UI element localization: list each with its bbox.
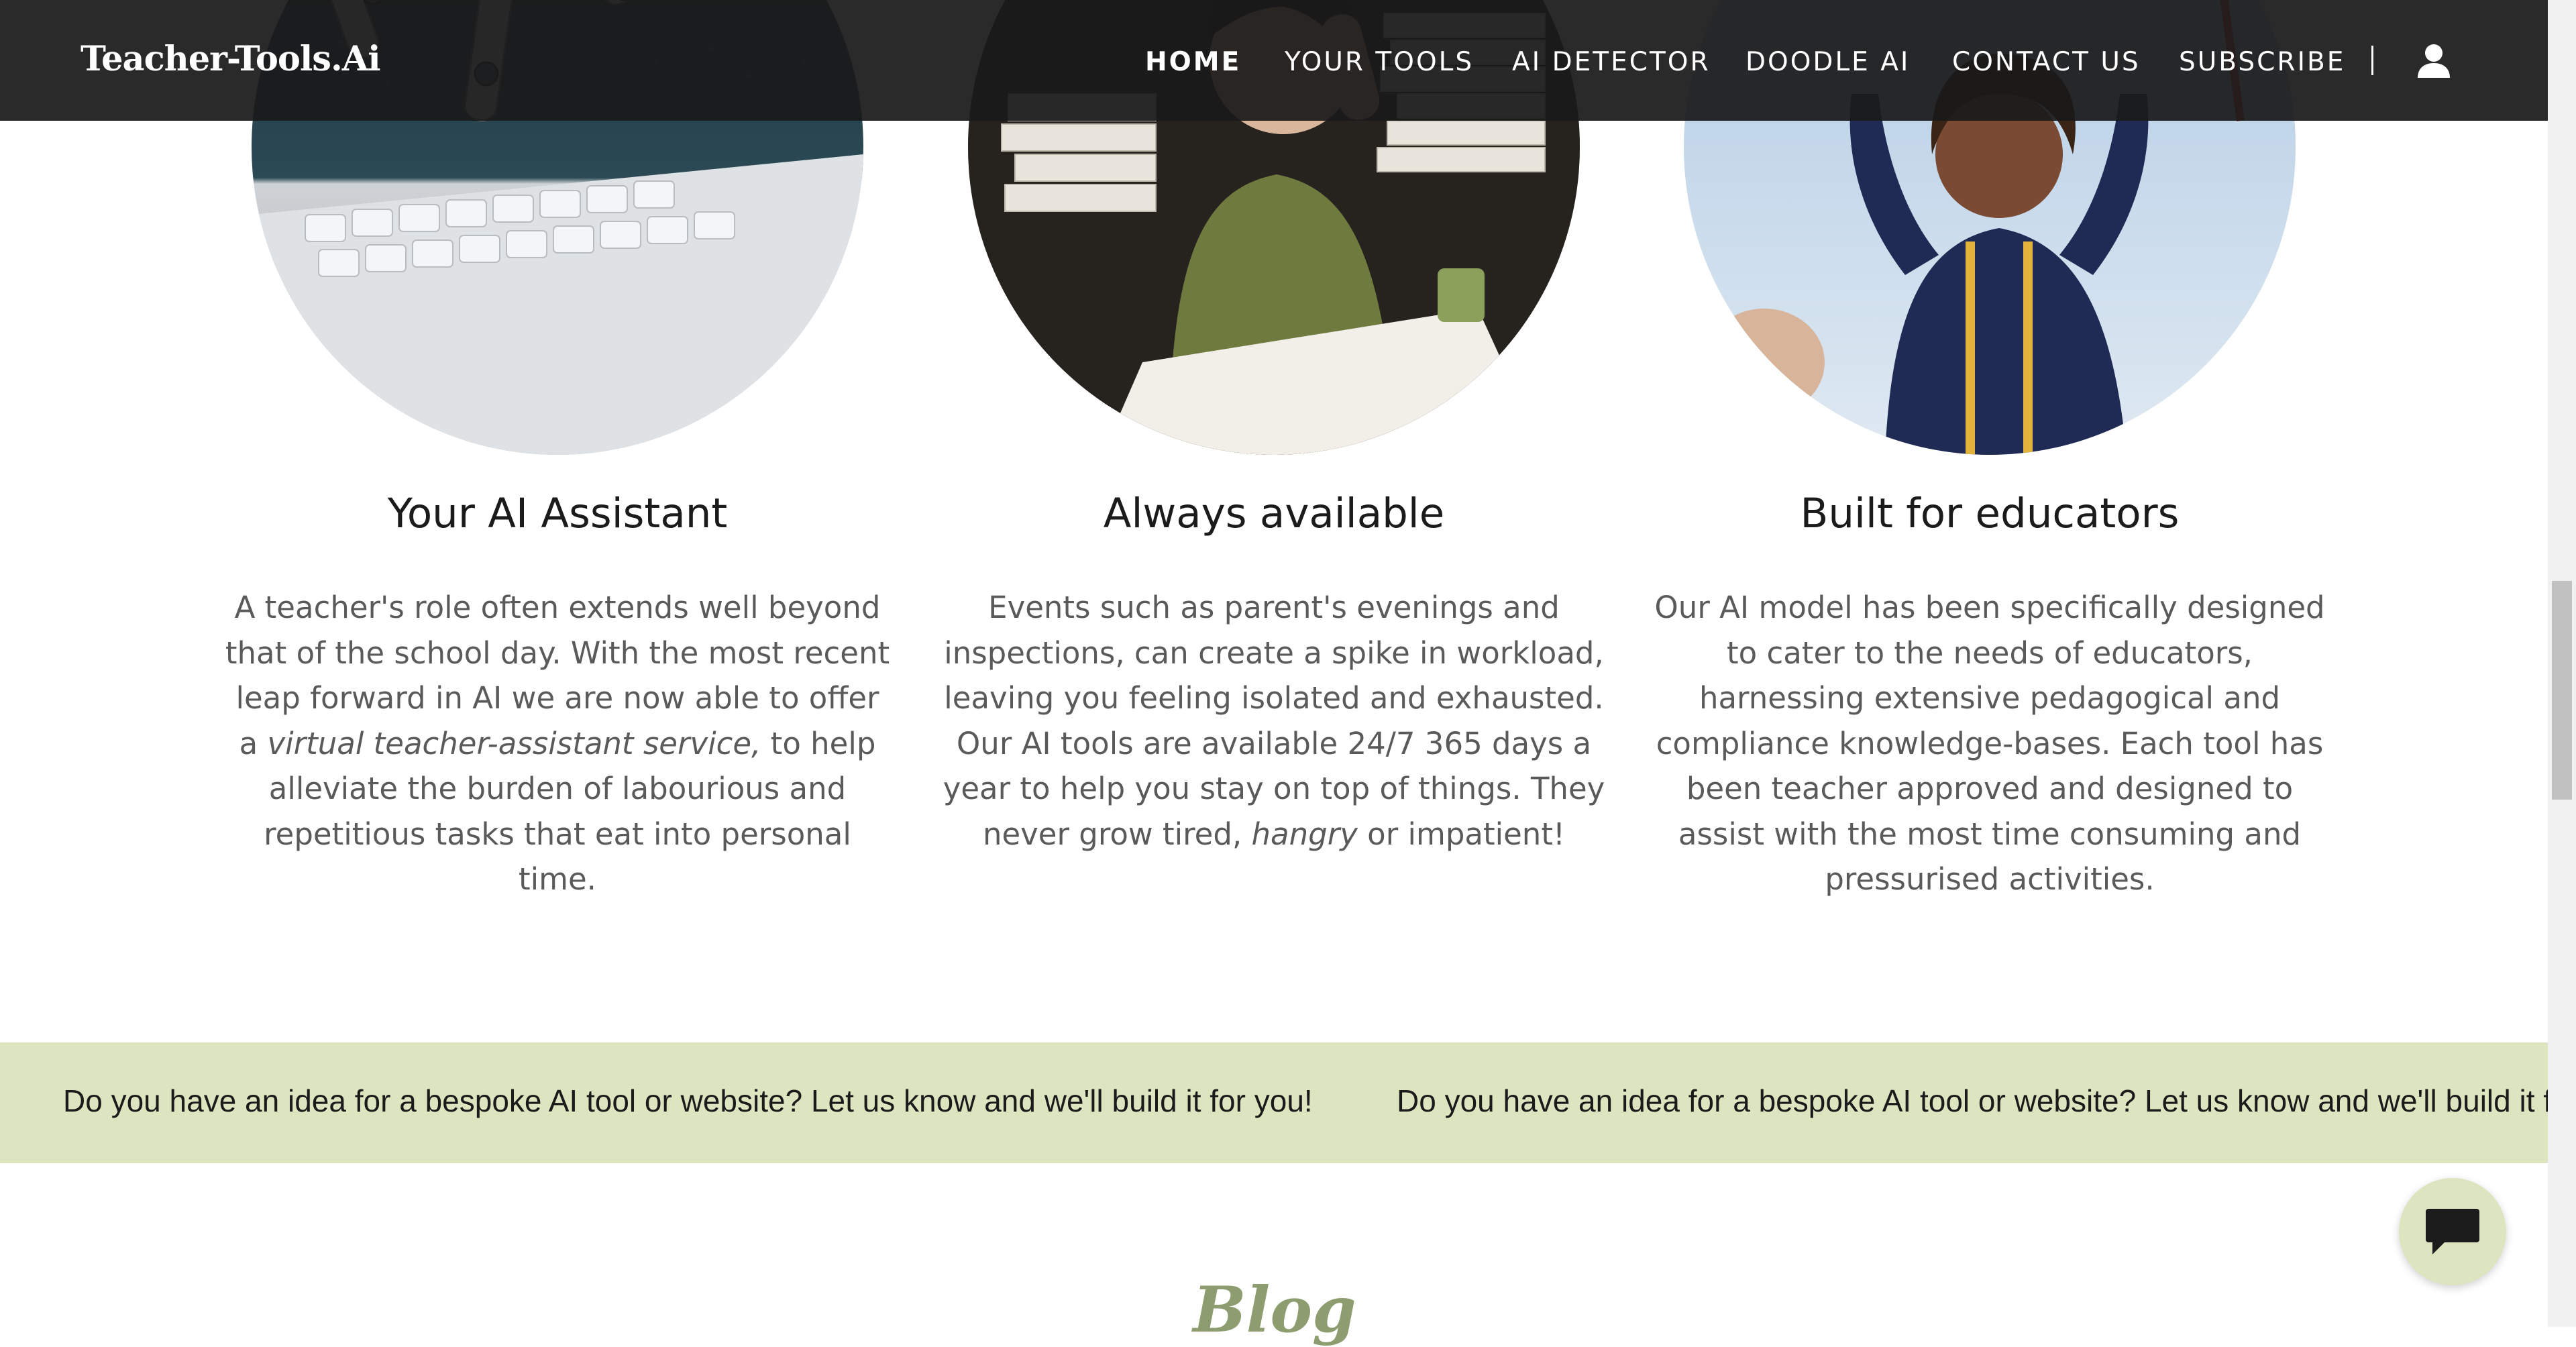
feature-title: Always available <box>1103 490 1445 537</box>
nav-ai-detector[interactable]: AI DETECTOR <box>1512 47 1711 77</box>
user-icon[interactable] <box>2415 42 2453 79</box>
marquee-banner[interactable]: Do you have an idea for a bespoke AI too… <box>0 1042 2548 1163</box>
nav-contact-us[interactable]: CONTACT US <box>1952 47 2141 77</box>
nav-subscribe[interactable]: SUBSCRIBE <box>2179 47 2345 77</box>
page-scrollbar[interactable] <box>2548 0 2576 1327</box>
feature-title: Your AI Assistant <box>387 490 728 537</box>
feature-description: Our AI model has been specifically desig… <box>1654 590 2325 897</box>
nav-divider <box>2371 46 2373 75</box>
chat-button[interactable] <box>2399 1178 2506 1285</box>
features-section: Your AI Assistant A teacher's role often… <box>0 0 2548 1042</box>
blog-heading: Blog <box>1193 1273 1356 1347</box>
feature-description: A teacher's role often extends well beyo… <box>225 590 890 897</box>
scrollbar-thumb[interactable] <box>2552 581 2572 800</box>
feature-description: Events such as parent's evenings and ins… <box>943 590 1605 852</box>
nav-home[interactable]: HOME <box>1145 47 1241 77</box>
site-logo[interactable]: Teacher-Tools.Ai <box>80 39 381 79</box>
chat-bubble-icon <box>2426 1209 2479 1254</box>
site-header: Teacher-Tools.Ai HOME YOUR TOOLS AI DETE… <box>0 0 2548 121</box>
banner-text-repeat: Do you have an idea for a bespoke AI too… <box>1397 1083 2548 1118</box>
nav-doodle-ai[interactable]: DOODLE AI <box>1746 47 1910 77</box>
banner-text: Do you have an idea for a bespoke AI too… <box>63 1083 1313 1118</box>
feature-title: Built for educators <box>1800 490 2180 537</box>
nav-your-tools[interactable]: YOUR TOOLS <box>1285 47 1474 77</box>
